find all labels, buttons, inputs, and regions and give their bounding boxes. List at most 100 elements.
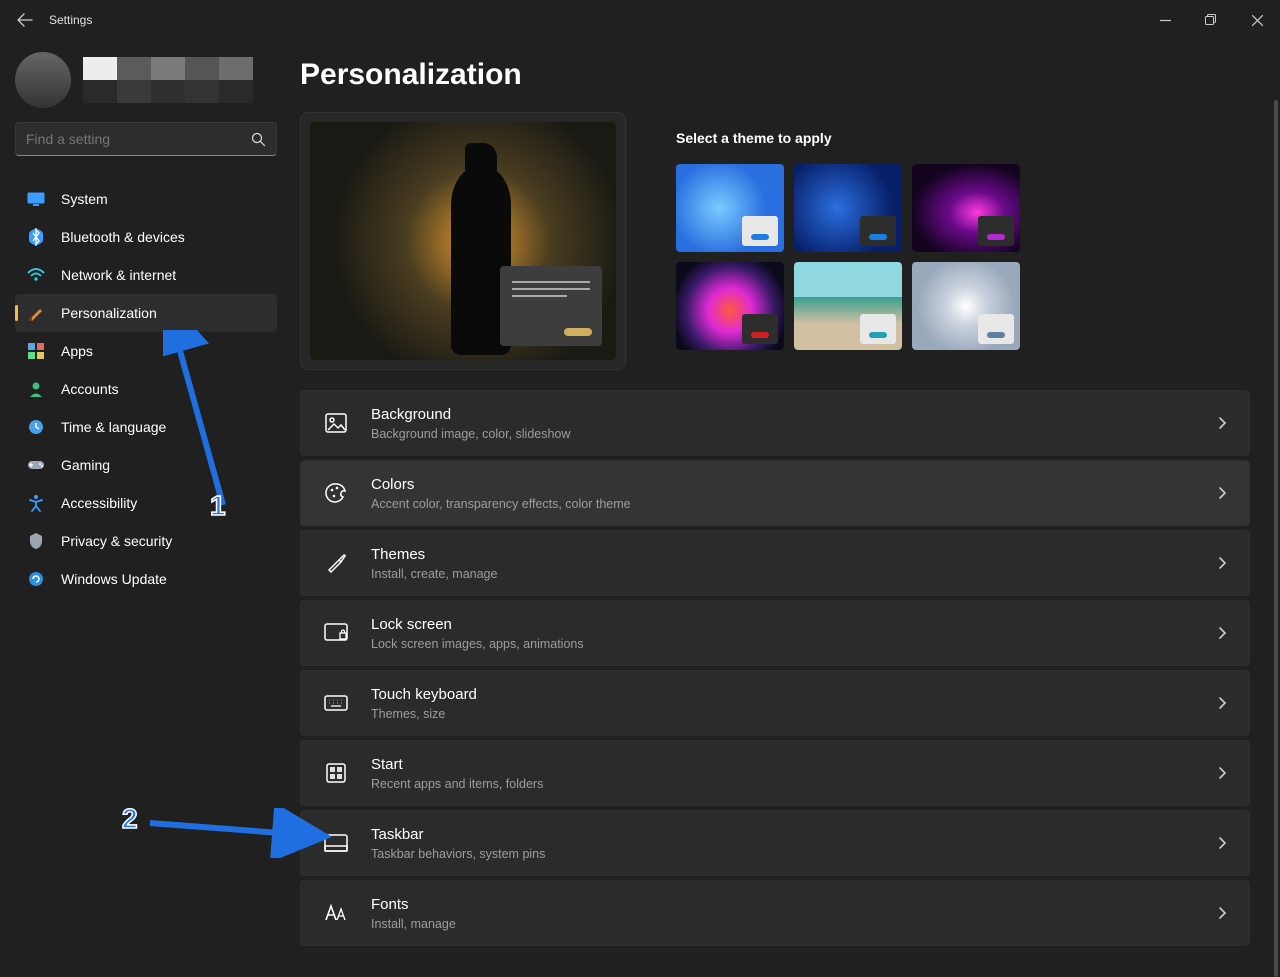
system-icon	[27, 190, 45, 208]
chevron-right-icon	[1218, 836, 1227, 850]
sidebar-item-label: Time & language	[61, 419, 166, 435]
privacy-icon	[27, 532, 45, 550]
sidebar-item-accessibility[interactable]: Accessibility	[15, 484, 277, 522]
card-title: Taskbar	[371, 825, 1218, 845]
taskbar-icon	[323, 830, 349, 856]
setting-card-fonts[interactable]: Fonts Install, manage	[300, 880, 1250, 946]
card-subtitle: Themes, size	[371, 707, 1218, 721]
app-title: Settings	[49, 13, 92, 27]
sidebar-item-label: Accounts	[61, 381, 119, 397]
card-subtitle: Install, manage	[371, 917, 1218, 931]
start-icon	[323, 760, 349, 786]
avatar	[15, 52, 71, 108]
setting-card-background[interactable]: Background Background image, color, slid…	[300, 390, 1250, 456]
search-box[interactable]	[15, 122, 277, 156]
keyboard-icon	[323, 690, 349, 716]
theme-chip	[860, 314, 896, 344]
fonts-icon	[323, 900, 349, 926]
search-icon	[251, 132, 266, 147]
content-area: Personalization Select a theme to apply …	[300, 40, 1280, 977]
back-button[interactable]	[15, 10, 35, 30]
card-title: Touch keyboard	[371, 685, 1218, 705]
preview-sample-window	[500, 266, 602, 346]
theme-chip	[742, 216, 778, 246]
sidebar-item-label: Personalization	[61, 305, 157, 321]
titlebar: Settings	[0, 0, 1280, 40]
theme-chip	[742, 314, 778, 344]
themes-header: Select a theme to apply	[676, 130, 1250, 146]
sidebar-item-time-language[interactable]: Time & language	[15, 408, 277, 446]
theme-thumbnail-2[interactable]	[794, 164, 902, 252]
sidebar-item-gaming[interactable]: Gaming	[15, 446, 277, 484]
sidebar-item-privacy-security[interactable]: Privacy & security	[15, 522, 277, 560]
update-icon	[27, 570, 45, 588]
gaming-icon	[27, 456, 45, 474]
theme-grid	[676, 164, 1250, 350]
theme-thumbnail-6[interactable]	[912, 262, 1020, 350]
setting-card-start[interactable]: Start Recent apps and items, folders	[300, 740, 1250, 806]
chevron-right-icon	[1218, 766, 1227, 780]
minimize-button[interactable]	[1142, 0, 1188, 40]
theme-thumbnail-1[interactable]	[676, 164, 784, 252]
card-subtitle: Accent color, transparency effects, colo…	[371, 497, 1218, 511]
desktop-preview	[300, 112, 626, 370]
search-input[interactable]	[26, 131, 226, 147]
sidebar-item-label: Network & internet	[61, 267, 176, 283]
sidebar-item-bluetooth-devices[interactable]: Bluetooth & devices	[15, 218, 277, 256]
sidebar-item-network-internet[interactable]: Network & internet	[15, 256, 277, 294]
theme-thumbnail-5[interactable]	[794, 262, 902, 350]
brush-icon	[323, 550, 349, 576]
setting-card-lock-screen[interactable]: Lock screen Lock screen images, apps, an…	[300, 600, 1250, 666]
card-subtitle: Background image, color, slideshow	[371, 427, 1218, 441]
lock-screen-icon	[323, 620, 349, 646]
card-title: Background	[371, 405, 1218, 425]
theme-chip	[978, 216, 1014, 246]
chevron-right-icon	[1218, 626, 1227, 640]
nav-list: System Bluetooth & devices Network & inter…	[15, 180, 277, 598]
personalization-icon	[27, 304, 45, 322]
sidebar-item-label: Accessibility	[61, 495, 137, 511]
sidebar-item-label: Gaming	[61, 457, 110, 473]
sidebar-item-personalization[interactable]: Personalization	[15, 294, 277, 332]
chevron-right-icon	[1218, 416, 1227, 430]
image-icon	[323, 410, 349, 436]
card-subtitle: Lock screen images, apps, animations	[371, 637, 1218, 651]
card-subtitle: Recent apps and items, folders	[371, 777, 1218, 791]
chevron-right-icon	[1218, 486, 1227, 500]
scrollbar[interactable]	[1274, 100, 1278, 977]
chevron-right-icon	[1218, 696, 1227, 710]
theme-thumbnail-3[interactable]	[912, 164, 1020, 252]
settings-card-list: Background Background image, color, slid…	[300, 390, 1250, 946]
window-controls	[1142, 0, 1280, 40]
sidebar-item-system[interactable]: System	[15, 180, 277, 218]
card-title: Start	[371, 755, 1218, 775]
setting-card-themes[interactable]: Themes Install, create, manage	[300, 530, 1250, 596]
card-title: Colors	[371, 475, 1218, 495]
card-title: Lock screen	[371, 615, 1218, 635]
accounts-icon	[27, 380, 45, 398]
chevron-right-icon	[1218, 906, 1227, 920]
palette-icon	[323, 480, 349, 506]
close-button[interactable]	[1234, 0, 1280, 40]
theme-thumbnail-4[interactable]	[676, 262, 784, 350]
setting-card-touch-keyboard[interactable]: Touch keyboard Themes, size	[300, 670, 1250, 736]
setting-card-taskbar[interactable]: Taskbar Taskbar behaviors, system pins	[300, 810, 1250, 876]
sidebar-item-accounts[interactable]: Accounts	[15, 370, 277, 408]
sidebar-item-windows-update[interactable]: Windows Update	[15, 560, 277, 598]
sidebar-item-apps[interactable]: Apps	[15, 332, 277, 370]
page-title: Personalization	[300, 58, 1250, 92]
sidebar-item-label: Bluetooth & devices	[61, 229, 185, 245]
time-icon	[27, 418, 45, 436]
theme-chip	[860, 216, 896, 246]
card-title: Themes	[371, 545, 1218, 565]
bluetooth-icon	[27, 228, 45, 246]
card-subtitle: Install, create, manage	[371, 567, 1218, 581]
profile-name-redacted	[83, 57, 253, 103]
wifi-icon	[27, 266, 45, 284]
setting-card-colors[interactable]: Colors Accent color, transparency effect…	[300, 460, 1250, 526]
sidebar-item-label: System	[61, 191, 108, 207]
apps-icon	[27, 342, 45, 360]
maximize-button[interactable]	[1188, 0, 1234, 40]
accessibility-icon	[27, 494, 45, 512]
profile-section[interactable]	[15, 50, 285, 110]
